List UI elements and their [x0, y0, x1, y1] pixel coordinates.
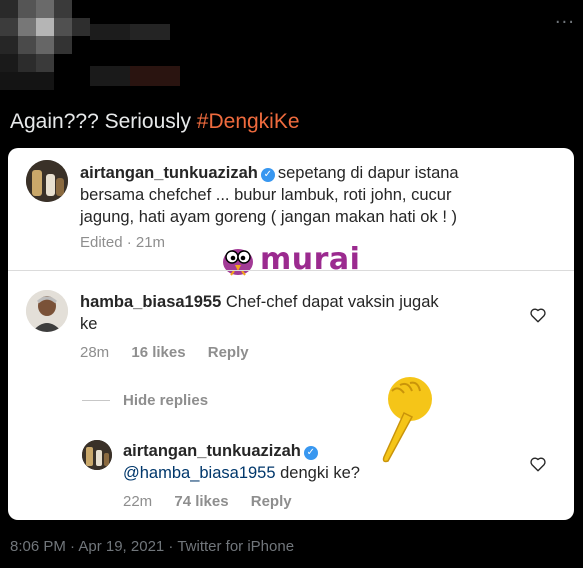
caption-text: airtangan_tunkuazizah ✓ sepetang di dapur …	[80, 162, 560, 228]
comment-likes[interactable]: 16 likes	[131, 344, 185, 361]
avatar-photo-icon	[82, 440, 112, 470]
avatar-photo-icon	[26, 290, 68, 332]
caption-username[interactable]: airtangan_tunkuazizah	[80, 164, 258, 182]
reply-text: airtangan_tunkuazizah ✓ @hamba_biasa1955 …	[123, 440, 523, 484]
tweet-text-body: Again??? Seriously	[10, 110, 197, 133]
avatar-photo-icon	[26, 160, 68, 202]
tweet-text: Again??? Seriously #DengkiKe	[10, 110, 300, 134]
comment-reply-button[interactable]: Reply	[208, 344, 249, 361]
comment-line2: ke	[80, 315, 98, 333]
hide-replies-button[interactable]: Hide replies	[123, 392, 208, 409]
heart-icon[interactable]	[529, 455, 547, 473]
profile-header-blurred	[0, 0, 200, 92]
divider	[8, 270, 574, 271]
reply-mention[interactable]: @hamba_biasa1955	[123, 464, 276, 482]
comment-text: hamba_biasa1955 Chef-chef dapat vaksin j…	[80, 291, 510, 335]
caption-line3: jagung, hati ayam goreng ( jangan makan …	[80, 208, 457, 226]
more-options-icon[interactable]: ···	[555, 12, 575, 33]
comment-line1: Chef-chef dapat vaksin jugak	[225, 293, 439, 311]
hide-replies-line	[82, 400, 110, 401]
reply-body: dengki ke?	[275, 464, 360, 482]
murai-logo: murai	[220, 242, 360, 277]
comment-time: 28m	[80, 344, 110, 361]
caption-line1: sepetang di dapur istana	[277, 164, 459, 182]
comment-meta: 28m 16 likes Reply	[80, 344, 267, 361]
caption-meta: Edited · 21m	[80, 234, 166, 251]
reply-reply-button[interactable]: Reply	[251, 493, 292, 510]
avatar-hamba[interactable]	[26, 290, 68, 332]
reply-time: 22m	[123, 493, 153, 510]
reply-likes[interactable]: 74 likes	[174, 493, 228, 510]
reply-username[interactable]: airtangan_tunkuazizah	[123, 442, 301, 460]
murai-bird-icon	[223, 248, 253, 276]
verified-badge-icon: ✓	[260, 168, 275, 182]
hashtag-link[interactable]: #DengkiKe	[197, 110, 300, 133]
reply-meta: 22m 74 likes Reply	[123, 493, 310, 510]
tweet-timestamp[interactable]: 8:06 PM · Apr 19, 2021 · Twitter for iPh…	[10, 538, 294, 555]
murai-logo-text: murai	[260, 242, 361, 277]
caption-line2: bersama chefchef ... bubur lambuk, roti …	[80, 186, 452, 204]
comment-username[interactable]: hamba_biasa1955	[80, 293, 221, 311]
avatar-airtangan[interactable]	[26, 160, 68, 202]
embedded-image[interactable]: airtangan_tunkuazizah ✓ sepetang di dapur …	[8, 148, 574, 520]
verified-badge-icon: ✓	[303, 446, 318, 460]
avatar-airtangan-reply[interactable]	[82, 440, 112, 470]
heart-icon[interactable]	[529, 306, 547, 324]
